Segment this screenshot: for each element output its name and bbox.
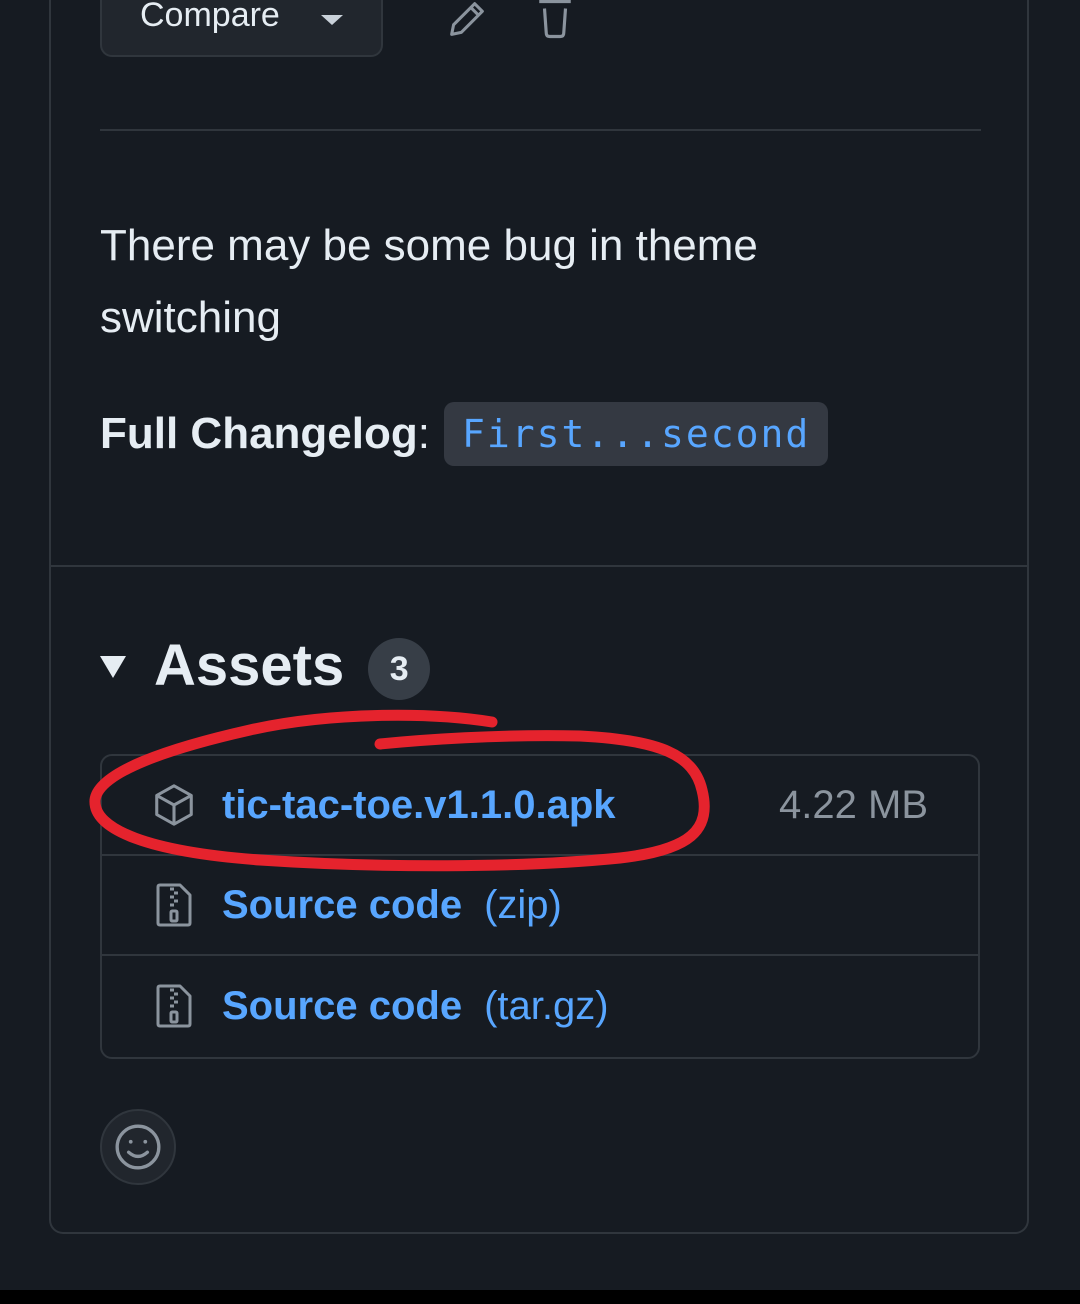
smiley-icon <box>115 1124 161 1170</box>
compare-button-label: Compare <box>140 0 280 34</box>
add-reaction-button[interactable] <box>100 1109 176 1185</box>
compare-link[interactable]: First...second <box>444 402 829 466</box>
asset-link-targz[interactable]: Source code (tar.gz) <box>222 984 609 1029</box>
system-bottom-bar <box>0 1290 1080 1304</box>
release-notes: There may be some bug in theme switching <box>100 221 758 342</box>
asset-ext: (tar.gz) <box>484 983 609 1028</box>
asset-size: 4.22 MB <box>779 782 928 827</box>
file-zip-icon <box>150 982 198 1030</box>
asset-row-targz: Source code (tar.gz) <box>102 956 978 1056</box>
assets-toggle[interactable]: Assets 3 <box>100 628 431 702</box>
delete-release-button[interactable] <box>530 0 580 44</box>
asset-link-apk[interactable]: tic-tac-toe.v1.1.0.apk <box>222 783 616 828</box>
edit-release-button[interactable] <box>442 0 492 44</box>
assets-count-badge: 3 <box>368 638 431 700</box>
full-changelog: Full Changelog : First...second <box>100 402 829 466</box>
asset-name: tic-tac-toe.v1.1.0.apk <box>222 782 616 827</box>
changelog-label: Full Changelog <box>100 409 418 458</box>
asset-name: Source code <box>222 882 463 927</box>
asset-name: Source code <box>222 983 463 1028</box>
pencil-icon <box>450 2 484 36</box>
triangle-down-icon <box>100 656 126 678</box>
asset-ext: (zip) <box>484 882 562 927</box>
asset-row-zip: Source code (zip) <box>102 856 978 956</box>
package-icon <box>150 781 198 829</box>
chevron-down-icon <box>321 15 343 25</box>
asset-link-zip[interactable]: Source code (zip) <box>222 883 562 928</box>
assets-list: tic-tac-toe.v1.1.0.apk 4.22 MB Source co… <box>100 754 980 1059</box>
divider <box>51 565 1029 567</box>
assets-title: Assets <box>154 632 345 698</box>
divider <box>100 129 981 131</box>
asset-row-apk: tic-tac-toe.v1.1.0.apk 4.22 MB <box>102 756 978 856</box>
file-zip-icon <box>150 881 198 929</box>
compare-button[interactable]: Compare <box>100 0 383 57</box>
changelog-colon: : <box>417 409 430 458</box>
trash-icon <box>539 0 571 39</box>
